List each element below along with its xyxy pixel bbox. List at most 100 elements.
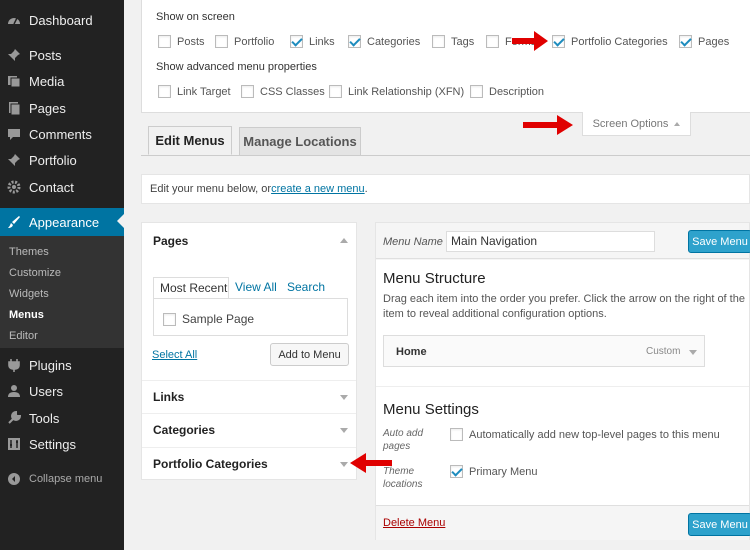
notice-text: Edit your menu below, or xyxy=(150,183,272,195)
checkbox[interactable] xyxy=(450,428,463,441)
sidebar-item-label: Dashboard xyxy=(29,12,93,28)
option-label: Primary Menu xyxy=(469,465,538,478)
advanced-properties-heading: Show advanced menu properties xyxy=(156,61,317,73)
option-portfolio[interactable]: Portfolio xyxy=(215,35,274,48)
screen-options-label: Screen Options xyxy=(592,117,669,130)
sidebar-item-label: Contact xyxy=(29,179,74,195)
sidebar-item-dashboard[interactable]: Dashboard xyxy=(0,7,124,33)
tab-most-recent[interactable]: Most Recent xyxy=(153,277,229,299)
option-pages[interactable]: Pages xyxy=(679,35,729,48)
sidebar-item-tools[interactable]: Tools xyxy=(0,405,124,431)
sidebar-item-posts[interactable]: Posts xyxy=(0,42,124,68)
menu-name-input[interactable]: Main Navigation xyxy=(446,231,655,252)
categories-section-title[interactable]: Categories xyxy=(153,423,215,437)
delete-menu-link[interactable]: Delete Menu xyxy=(383,517,445,529)
caret-down-icon[interactable] xyxy=(340,428,348,433)
sidebar-item-pages[interactable]: Pages xyxy=(0,95,124,121)
option-categories[interactable]: Categories xyxy=(348,35,420,48)
option-label: Portfolio xyxy=(234,35,275,48)
checkbox[interactable] xyxy=(348,35,361,48)
sidebar-item-label: Comments xyxy=(29,126,92,142)
option-description[interactable]: Description xyxy=(470,85,544,98)
links-section-title[interactable]: Links xyxy=(153,390,184,404)
sidebar-item-appearance[interactable]: Appearance xyxy=(0,208,124,236)
pushpin-icon xyxy=(7,153,21,167)
collapse-menu-button[interactable]: Collapse menu xyxy=(0,466,124,492)
submenu-item-themes[interactable]: Themes xyxy=(9,246,49,258)
option-tags[interactable]: Tags xyxy=(432,35,474,48)
sidebar-item-settings[interactable]: Settings xyxy=(0,431,124,457)
portfolio-categories-section-title[interactable]: Portfolio Categories xyxy=(153,457,268,471)
auto-add-pages-option[interactable]: Automatically add new top-level pages to… xyxy=(450,428,720,441)
sidebar-item-comments[interactable]: Comments xyxy=(0,121,124,147)
save-menu-button-bottom[interactable]: Save Menu xyxy=(688,513,750,536)
add-to-menu-button[interactable]: Add to Menu xyxy=(270,343,349,366)
wrench-icon xyxy=(7,411,21,425)
checkbox[interactable] xyxy=(158,85,171,98)
primary-menu-option[interactable]: Primary Menu xyxy=(450,465,537,478)
sidebar-item-plugins[interactable]: Plugins xyxy=(0,352,124,378)
admin-sidebar: Dashboard Posts Media Pages Comments Por… xyxy=(0,0,124,550)
option-label: Categories xyxy=(367,35,421,48)
checkbox[interactable] xyxy=(450,465,463,478)
option-label: Link Target xyxy=(177,85,231,98)
sidebar-item-label: Posts xyxy=(29,47,62,63)
tab-search[interactable]: Search xyxy=(287,280,325,294)
submenu-item-menus[interactable]: Menus xyxy=(9,309,44,321)
option-link-target[interactable]: Link Target xyxy=(158,85,231,98)
pages-section-title[interactable]: Pages xyxy=(153,234,188,248)
screen-options-panel: Show on screen Posts Portfolio Links Cat… xyxy=(141,0,750,113)
submenu-item-customize[interactable]: Customize xyxy=(9,267,61,279)
submenu-item-editor[interactable]: Editor xyxy=(9,330,38,342)
caret-down-icon[interactable] xyxy=(340,395,348,400)
caret-up-icon[interactable] xyxy=(340,238,348,243)
option-portfolio-categories[interactable]: Portfolio Categories xyxy=(552,35,668,48)
pages-list: Sample Page xyxy=(153,298,348,336)
notice-suffix: . xyxy=(364,183,368,195)
menu-item-title: Home xyxy=(396,346,427,358)
caret-down-icon[interactable] xyxy=(689,350,697,355)
collapse-menu-label: Collapse menu xyxy=(29,473,103,485)
submenu-item-widgets[interactable]: Widgets xyxy=(9,288,49,300)
save-menu-button[interactable]: Save Menu xyxy=(688,230,750,253)
checkbox[interactable] xyxy=(552,35,565,48)
divider xyxy=(142,413,356,414)
tab-edit-menus[interactable]: Edit Menus xyxy=(148,126,232,155)
option-link-relationship[interactable]: Link Relationship (XFN) xyxy=(329,85,464,98)
checkbox[interactable] xyxy=(432,35,445,48)
option-links[interactable]: Links xyxy=(290,35,335,48)
checkbox[interactable] xyxy=(329,85,342,98)
page-item-sample-page[interactable]: Sample Page xyxy=(163,312,254,326)
create-new-menu-link[interactable]: create a new menu xyxy=(271,183,365,195)
menu-item-type: Custom xyxy=(646,346,681,357)
screen-options-toggle[interactable]: Screen Options xyxy=(582,112,691,136)
checkbox[interactable] xyxy=(486,35,499,48)
sidebar-item-contact[interactable]: Contact xyxy=(0,174,124,200)
sidebar-item-label: Settings xyxy=(29,436,76,452)
menu-item-home[interactable]: Home Custom xyxy=(383,335,705,367)
option-posts[interactable]: Posts xyxy=(158,35,205,48)
sidebar-item-users[interactable]: Users xyxy=(0,378,124,404)
checkbox[interactable] xyxy=(470,85,483,98)
checkbox[interactable] xyxy=(290,35,303,48)
media-icon xyxy=(7,74,21,88)
checkbox[interactable] xyxy=(679,35,692,48)
option-label: CSS Classes xyxy=(260,85,325,98)
option-css-classes[interactable]: CSS Classes xyxy=(241,85,325,98)
checkbox[interactable] xyxy=(158,35,171,48)
sidebar-item-portfolio[interactable]: Portfolio xyxy=(0,147,124,173)
tab-manage-locations[interactable]: Manage Locations xyxy=(239,127,361,156)
checkbox[interactable] xyxy=(241,85,254,98)
checkbox[interactable] xyxy=(163,312,176,326)
sidebar-item-media[interactable]: Media xyxy=(0,68,124,94)
tab-view-all[interactable]: View All xyxy=(235,280,277,294)
option-label: Link Relationship (XFN) xyxy=(348,85,465,98)
dashboard-icon xyxy=(7,13,21,27)
gear-icon xyxy=(7,180,21,194)
checkbox[interactable] xyxy=(215,35,228,48)
menu-items-accordion: Pages Most Recent View All Search Sample… xyxy=(141,222,357,480)
tab-divider xyxy=(141,155,750,156)
annotation-arrow xyxy=(350,453,392,473)
select-all-link[interactable]: Select All xyxy=(152,349,197,361)
caret-down-icon[interactable] xyxy=(340,462,348,467)
